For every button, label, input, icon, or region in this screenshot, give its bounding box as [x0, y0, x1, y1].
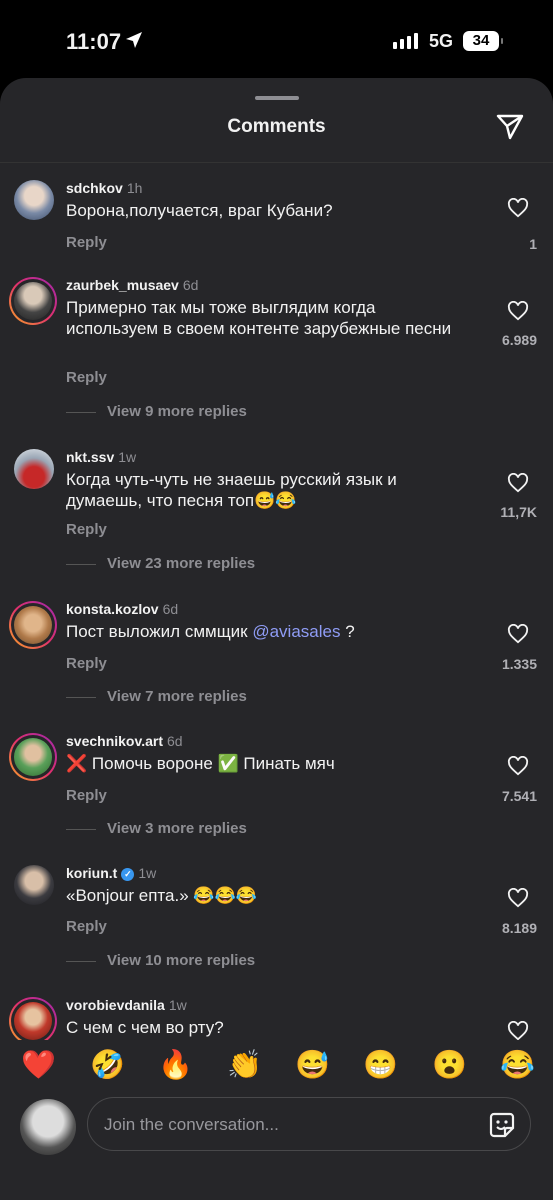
reaction-clap[interactable]: 👏 — [227, 1048, 262, 1081]
comment-age: 1w — [118, 449, 137, 465]
reply-button[interactable]: Reply — [66, 521, 107, 538]
comment-text: С чем с чем во рту? — [66, 1018, 224, 1037]
like-count: 1 — [529, 236, 537, 252]
verified-badge-icon: ✓ — [121, 868, 135, 881]
avatar[interactable] — [9, 277, 57, 325]
header-divider — [0, 162, 553, 163]
comment-input[interactable] — [102, 1098, 466, 1152]
comment-username[interactable]: vorobievdanila 1w — [66, 997, 187, 1013]
avatar[interactable] — [14, 449, 54, 489]
sheet-title: Comments — [227, 116, 326, 137]
like-heart-icon[interactable] — [507, 624, 529, 644]
sticker-icon[interactable] — [488, 1111, 516, 1139]
avatar[interactable] — [9, 733, 57, 781]
battery-icon: 34 — [463, 31, 503, 51]
comment-text: Ворона,получается, враг Кубани? — [66, 201, 333, 220]
like-heart-icon[interactable] — [507, 1021, 529, 1041]
view-more-replies[interactable]: View 23 more replies — [66, 555, 255, 572]
comment-username[interactable]: koriun.t ✓ 1w — [66, 865, 156, 881]
view-more-replies[interactable]: View 10 more replies — [66, 952, 255, 969]
reaction-rofl[interactable]: 🤣 — [90, 1048, 125, 1081]
view-more-replies[interactable]: View 7 more replies — [66, 688, 247, 705]
view-more-replies[interactable]: View 3 more replies — [66, 820, 247, 837]
like-heart-icon[interactable] — [507, 473, 529, 493]
comment-age: 6d — [167, 733, 183, 749]
like-count: 11,7K — [500, 504, 537, 520]
comment-username[interactable]: svechnikov.art 6d — [66, 733, 183, 749]
comment-text: ❌ Помочь вороне ✅ Пинать мяч — [66, 754, 335, 773]
comment-text: «Bonjour епта.» 😂😂😂 — [66, 886, 257, 905]
comment-age: 6d — [162, 601, 179, 617]
reply-button[interactable]: Reply — [66, 234, 107, 251]
like-count: 7.541 — [501, 788, 537, 804]
like-count: 1.335 — [501, 656, 537, 672]
reply-button[interactable]: Reply — [66, 918, 107, 935]
reply-button[interactable]: Reply — [66, 655, 107, 672]
like-heart-icon[interactable] — [507, 888, 529, 908]
reaction-sweat-smile[interactable]: 😅 — [295, 1048, 330, 1081]
reaction-grin[interactable]: 😁 — [363, 1048, 398, 1081]
location-arrow-icon — [126, 32, 142, 48]
reply-button[interactable]: Reply — [66, 787, 107, 804]
comment-age: 1w — [138, 865, 157, 881]
network-type: 5G — [429, 31, 454, 51]
like-heart-icon[interactable] — [507, 756, 529, 776]
comment-text: Когда чуть-чуть не знаешь русский язык и… — [66, 470, 397, 510]
avatar[interactable] — [9, 997, 57, 1045]
like-count: 8.189 — [501, 920, 537, 936]
share-icon[interactable] — [495, 112, 525, 142]
signal-icon — [393, 33, 418, 49]
quick-reactions-bar: ❤️ 🤣 🔥 👏 😅 😁 😮 😂 — [0, 1040, 553, 1090]
reply-button[interactable]: Reply — [66, 369, 107, 386]
comment-composer — [0, 1090, 553, 1200]
comment-text: Пост выложил сммщик @aviasales ? — [66, 622, 355, 641]
status-time: 11:07 — [66, 29, 122, 54]
my-avatar — [20, 1099, 76, 1155]
view-more-replies[interactable]: View 9 more replies — [66, 403, 247, 420]
status-bar: 11:07 5G 34 — [0, 0, 553, 80]
comment-age: 1h — [126, 180, 143, 196]
comment-username[interactable]: sdchkov 1h — [66, 180, 142, 196]
comment-age: 1w — [168, 997, 187, 1013]
sheet-grabber[interactable] — [255, 96, 299, 100]
mention-link[interactable]: @aviasales — [252, 622, 340, 641]
comments-sheet: Comments sdchkov 1h Ворона,получается, вр… — [0, 78, 553, 1200]
like-heart-icon[interactable] — [507, 301, 529, 321]
like-heart-icon[interactable] — [507, 198, 529, 218]
avatar[interactable] — [9, 601, 57, 649]
comment-age: 6d — [182, 277, 199, 293]
avatar[interactable] — [14, 180, 54, 220]
comment-username[interactable]: nkt.ssv 1w — [66, 449, 136, 465]
reaction-heart[interactable]: ❤️ — [21, 1048, 56, 1081]
like-count: 6.989 — [501, 332, 537, 348]
comment-text: Примерно так мы тоже выглядим когда испо… — [66, 298, 452, 338]
reaction-fire[interactable]: 🔥 — [158, 1048, 193, 1081]
comment-username[interactable]: zaurbek_musaev 6d — [66, 277, 198, 293]
reaction-joy[interactable]: 😂 — [500, 1048, 535, 1081]
avatar[interactable] — [14, 865, 54, 905]
reaction-surprised[interactable]: 😮 — [432, 1048, 467, 1081]
comment-username[interactable]: konsta.kozlov 6d — [66, 601, 178, 617]
comment-input-container[interactable] — [87, 1097, 531, 1152]
